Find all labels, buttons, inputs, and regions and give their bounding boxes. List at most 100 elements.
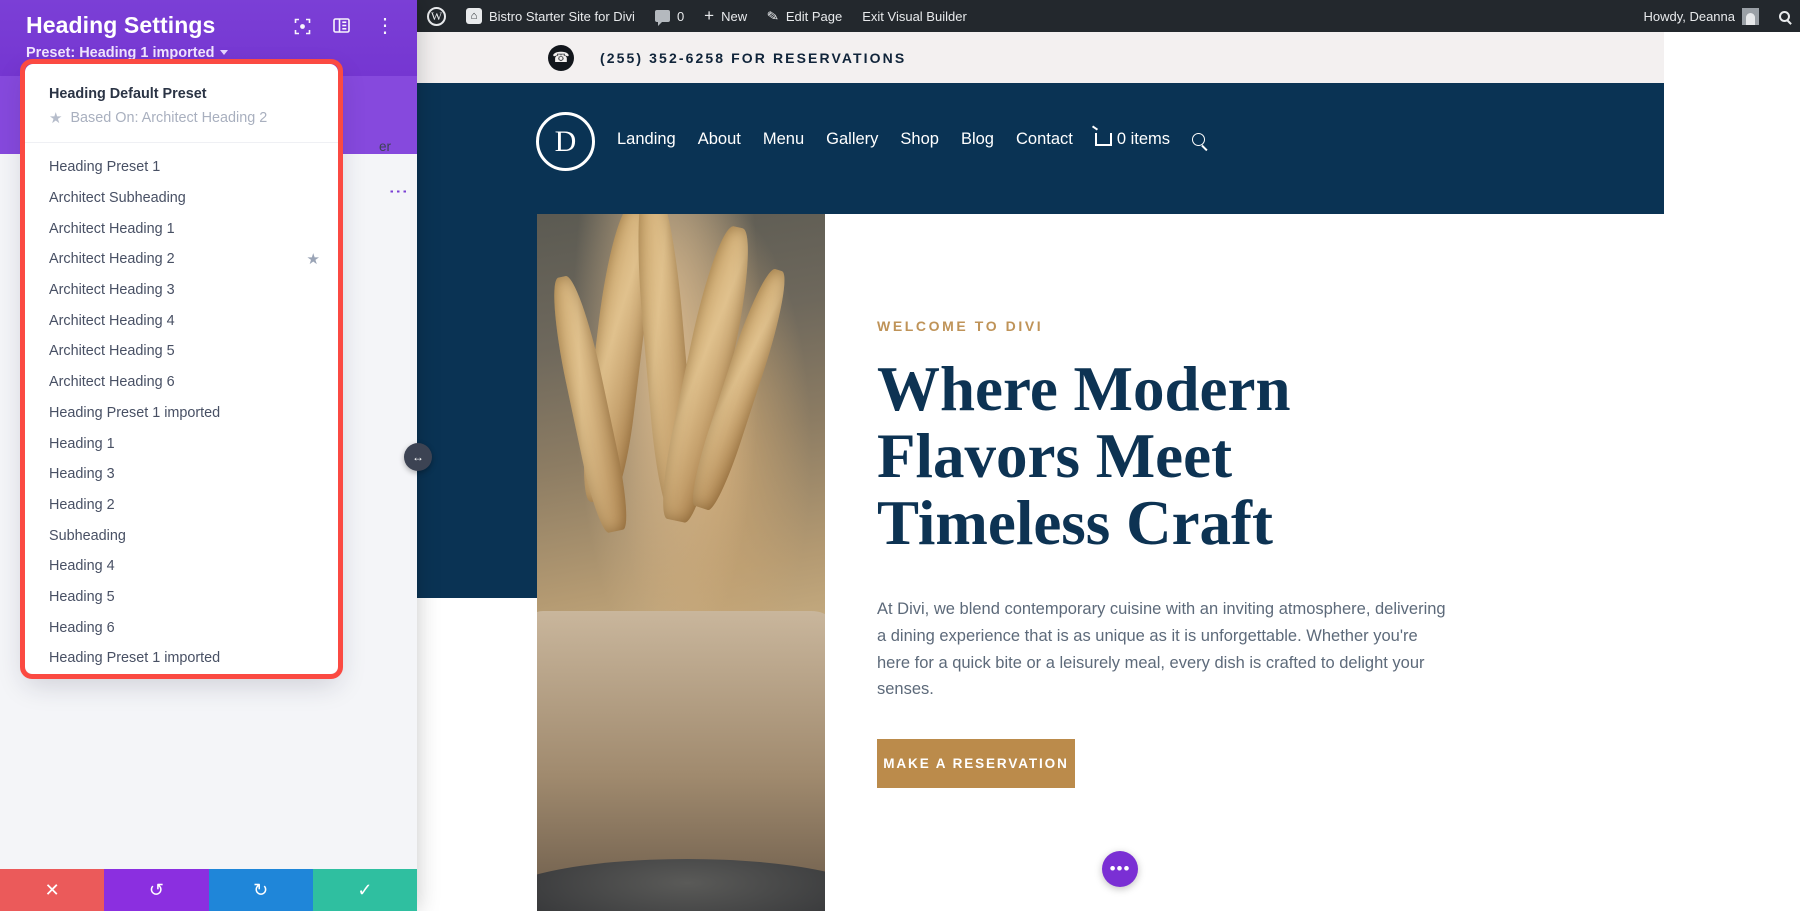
undo-button[interactable]: ↺: [104, 869, 209, 911]
preset-option-label: Architect Heading 6: [49, 374, 175, 391]
wordpress-logo-icon: W: [427, 6, 446, 26]
preset-option-label: Heading 4: [49, 558, 115, 575]
preset-option-label: Architect Subheading: [49, 190, 186, 207]
search-icon[interactable]: [1192, 133, 1206, 146]
preset-option[interactable]: Architect Heading 1: [25, 213, 338, 244]
preset-option-label: Heading 5: [49, 588, 115, 605]
cart-icon: [1094, 133, 1112, 146]
preset-option-label: Heading 1: [49, 435, 115, 452]
preset-label: Preset: Heading 1 imported: [26, 45, 215, 61]
preset-option-label: Heading Preset 1 imported: [49, 404, 221, 421]
phone-icon: ☎: [548, 44, 574, 71]
search-icon: [1779, 10, 1790, 22]
nav-item-gallery[interactable]: Gallery: [826, 130, 878, 149]
preset-option-label: Architect Heading 3: [49, 282, 175, 299]
nav-item-contact[interactable]: Contact: [1016, 130, 1073, 149]
preset-option[interactable]: Heading Preset 1: [25, 152, 338, 183]
cart-count-label: 0 items: [1116, 130, 1171, 148]
preset-option[interactable]: Heading Preset 1 imported: [25, 398, 338, 429]
preset-option-label: Architect Heading 1: [49, 220, 175, 237]
my-account-menu[interactable]: Howdy, Deanna: [1633, 0, 1769, 32]
new-label: New: [721, 8, 748, 24]
hero-paragraph: At Divi, we blend contemporary cuisine w…: [877, 600, 1446, 699]
preset-option[interactable]: Architect Heading 2 ★: [25, 244, 338, 275]
site-logo[interactable]: D: [536, 112, 595, 171]
preset-option-label: Subheading: [49, 527, 126, 544]
preset-option[interactable]: Heading 2: [25, 490, 338, 521]
preset-option[interactable]: Architect Heading 5: [25, 336, 338, 367]
panel-resize-handle[interactable]: ↔: [404, 443, 432, 471]
preset-option-label: Heading 3: [49, 466, 115, 483]
plus-icon: +: [704, 6, 715, 25]
preset-option[interactable]: Architect Heading 4: [25, 305, 338, 336]
phone-text: (255) 352-6258 FOR RESERVATIONS: [600, 49, 907, 66]
layout-icon[interactable]: [333, 18, 350, 38]
module-actions-icon[interactable]: ⋮: [387, 182, 408, 199]
exit-builder-label: Exit Visual Builder: [862, 8, 967, 24]
preset-option[interactable]: Subheading: [25, 520, 338, 551]
plate: [537, 859, 825, 911]
make-a-reservation-button[interactable]: MAKE A RESERVATION: [877, 739, 1075, 789]
canvas-right-margin: [1664, 32, 1800, 911]
preset-option[interactable]: Architect Subheading: [25, 183, 338, 214]
preset-option-label: Heading 6: [49, 619, 115, 636]
main-navigation: Landing About Menu Gallery Shop Blog Con…: [617, 130, 1206, 149]
site-canvas: ☎ (255) 352-6258 FOR RESERVATIONS D Land…: [417, 32, 1800, 911]
admin-search-button[interactable]: [1769, 0, 1800, 32]
preset-option[interactable]: Architect Heading 6: [25, 367, 338, 398]
discard-button[interactable]: ✕: [0, 869, 105, 911]
nav-item-shop[interactable]: Shop: [900, 130, 939, 149]
comment-count: 0: [676, 8, 685, 24]
more-options-icon[interactable]: ⋮: [375, 16, 395, 36]
edit-page-label: Edit Page: [785, 8, 843, 24]
cart-link[interactable]: 0 items: [1094, 130, 1171, 149]
wp-admin-bar: W ⌂ Bistro Starter Site for Divi 0 + New…: [417, 0, 1800, 32]
star-icon[interactable]: ★: [307, 250, 320, 268]
page-title: Heading Settings: [26, 12, 216, 38]
save-button[interactable]: ✓: [312, 869, 417, 911]
wp-logo-menu[interactable]: W: [417, 0, 456, 32]
nav-item-about[interactable]: About: [698, 130, 741, 149]
preset-option-label: Architect Heading 4: [49, 312, 175, 329]
preset-option[interactable]: Heading Preset 1 imported: [25, 643, 338, 674]
dashboard-icon: ⌂: [466, 8, 482, 24]
comment-bubble-icon: [654, 10, 670, 26]
redo-button[interactable]: ↻: [208, 869, 313, 911]
preset-option-label: Heading Preset 1: [49, 159, 161, 176]
site-name-menu[interactable]: ⌂ Bistro Starter Site for Divi: [456, 0, 645, 32]
site-name-label: Bistro Starter Site for Divi: [489, 8, 635, 24]
preset-option[interactable]: Heading 6: [25, 612, 338, 643]
settings-panel-actions: ✕ ↺ ↻ ✓: [0, 869, 417, 911]
nav-item-blog[interactable]: Blog: [961, 130, 994, 149]
preset-dropdown-list: Heading Default Preset ★ Based On: Archi…: [25, 64, 338, 674]
based-on-label: Based On: Architect Heading 2: [70, 110, 268, 126]
exit-visual-builder-link[interactable]: Exit Visual Builder: [852, 0, 977, 32]
avatar: [1742, 7, 1759, 25]
heading-settings-panel: Heading Settings Preset: Heading 1 impor…: [0, 0, 417, 911]
pencil-icon: ✎: [765, 6, 781, 25]
module-more-options-button[interactable]: •••: [1102, 851, 1138, 887]
preset-options-list: Heading Preset 1 Architect Subheading Ar…: [25, 143, 338, 674]
nav-item-landing[interactable]: Landing: [617, 130, 676, 149]
howdy-label: Howdy, Deanna: [1643, 8, 1735, 24]
preset-option[interactable]: Heading 3: [25, 459, 338, 490]
star-icon: ★: [49, 109, 63, 127]
comments-menu[interactable]: 0: [645, 0, 694, 32]
site-topbar: ☎ (255) 352-6258 FOR RESERVATIONS: [417, 32, 1664, 83]
preset-option-label: Architect Heading 5: [49, 343, 175, 360]
hero-text-block: WELCOME TO DIVI Where Modern Flavors Mee…: [825, 214, 1664, 911]
chevron-down-icon: [219, 50, 228, 55]
site-navbar: D Landing About Menu Gallery Shop Blog C…: [417, 83, 1664, 205]
preset-option[interactable]: Heading 1: [25, 428, 338, 459]
preset-option[interactable]: Heading 5: [25, 582, 338, 613]
preview-icon[interactable]: [294, 18, 311, 40]
edit-page-link[interactable]: ✎ Edit Page: [757, 0, 852, 32]
default-preset-row[interactable]: Heading Default Preset ★ Based On: Archi…: [25, 64, 338, 143]
preset-option[interactable]: Heading 4: [25, 551, 338, 582]
preset-option[interactable]: Architect Heading 3: [25, 275, 338, 306]
module-partial-label: er: [379, 139, 392, 154]
hero-image: [537, 214, 825, 911]
preset-selector[interactable]: Preset: Heading 1 imported: [26, 45, 228, 61]
nav-item-menu[interactable]: Menu: [763, 130, 804, 149]
new-content-menu[interactable]: + New: [694, 0, 757, 32]
